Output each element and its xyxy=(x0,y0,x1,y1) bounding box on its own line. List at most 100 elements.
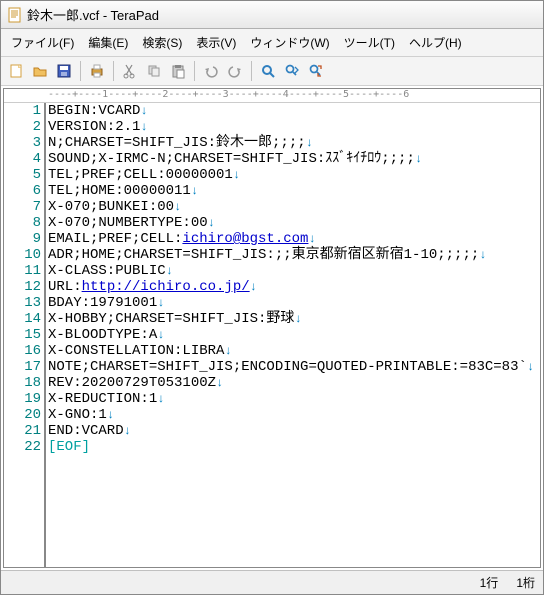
status-col: 1桁 xyxy=(516,574,535,591)
line-number: 17 xyxy=(4,359,41,375)
eof-marker: [EOF] xyxy=(48,439,90,455)
text-editor[interactable]: 12345678910111213141516171819202122 BEGI… xyxy=(4,103,540,567)
undo-button[interactable] xyxy=(200,60,222,82)
url-link[interactable]: http://ichiro.co.jp/ xyxy=(82,279,250,295)
newline-marker: ↓ xyxy=(140,120,147,134)
text-line[interactable]: [EOF] xyxy=(48,439,540,455)
text-line[interactable]: EMAIL;PREF;CELL:ichiro@bgst.com↓ xyxy=(48,231,540,247)
newline-marker: ↓ xyxy=(216,376,223,390)
newline-marker: ↓ xyxy=(527,360,534,374)
cut-button[interactable] xyxy=(119,60,141,82)
newline-marker: ↓ xyxy=(166,264,173,278)
text-line[interactable]: VERSION:2.1↓ xyxy=(48,119,540,135)
text-segment: URL: xyxy=(48,279,82,295)
menu-file[interactable]: ファイル(F) xyxy=(5,32,80,53)
text-line[interactable]: BDAY:19791001↓ xyxy=(48,295,540,311)
line-number: 7 xyxy=(4,199,41,215)
text-segment: SOUND;X-IRMC-N;CHARSET=SHIFT_JIS:ｽｽﾞｷｲﾁﾛ… xyxy=(48,151,415,167)
url-link[interactable]: ichiro@bgst.com xyxy=(182,231,308,247)
replace-button[interactable] xyxy=(305,60,327,82)
status-line: 1行 xyxy=(480,574,499,591)
text-line[interactable]: X-HOBBY;CHARSET=SHIFT_JIS:野球↓ xyxy=(48,311,540,327)
copy-button[interactable] xyxy=(143,60,165,82)
menu-bar: ファイル(F) 編集(E) 検索(S) 表示(V) ウィンドウ(W) ツール(T… xyxy=(1,29,543,57)
menu-edit[interactable]: 編集(E) xyxy=(82,32,134,53)
text-segment: X-BLOODTYPE:A xyxy=(48,327,157,343)
paste-button[interactable] xyxy=(167,60,189,82)
line-number: 16 xyxy=(4,343,41,359)
title-bar: 鈴木一郎.vcf - TeraPad xyxy=(1,1,543,29)
newline-marker: ↓ xyxy=(157,296,164,310)
find-button[interactable] xyxy=(257,60,279,82)
text-segment: X-CLASS:PUBLIC xyxy=(48,263,166,279)
text-line[interactable]: ADR;HOME;CHARSET=SHIFT_JIS:;;東京都新宿区新宿1-1… xyxy=(48,247,540,263)
toolbar-separator xyxy=(80,61,81,81)
newline-marker: ↓ xyxy=(107,408,114,422)
text-line[interactable]: SOUND;X-IRMC-N;CHARSET=SHIFT_JIS:ｽｽﾞｷｲﾁﾛ… xyxy=(48,151,540,167)
menu-help[interactable]: ヘルプ(H) xyxy=(403,32,468,53)
open-button[interactable] xyxy=(29,60,51,82)
menu-window[interactable]: ウィンドウ(W) xyxy=(244,32,335,53)
toolbar-separator xyxy=(194,61,195,81)
window-title: 鈴木一郎.vcf - TeraPad xyxy=(27,5,159,24)
editor-area: ----+----1----+----2----+----3----+----4… xyxy=(3,88,541,568)
text-line[interactable]: X-070;NUMBERTYPE:00↓ xyxy=(48,215,540,231)
text-segment: END:VCARD xyxy=(48,423,124,439)
line-number: 5 xyxy=(4,167,41,183)
newline-marker: ↓ xyxy=(157,328,164,342)
text-content[interactable]: BEGIN:VCARD↓VERSION:2.1↓N;CHARSET=SHIFT_… xyxy=(46,103,540,567)
find-next-button[interactable] xyxy=(281,60,303,82)
line-number: 21 xyxy=(4,423,41,439)
line-number: 3 xyxy=(4,135,41,151)
text-line[interactable]: X-REDUCTION:1↓ xyxy=(48,391,540,407)
text-line[interactable]: TEL;PREF;CELL:00000001↓ xyxy=(48,167,540,183)
text-segment: X-REDUCTION:1 xyxy=(48,391,157,407)
menu-search[interactable]: 検索(S) xyxy=(136,32,188,53)
line-number: 4 xyxy=(4,151,41,167)
line-number: 1 xyxy=(4,103,41,119)
print-button[interactable] xyxy=(86,60,108,82)
app-icon xyxy=(7,7,23,23)
text-line[interactable]: N;CHARSET=SHIFT_JIS:鈴木一郎;;;;↓ xyxy=(48,135,540,151)
text-segment: N;CHARSET=SHIFT_JIS:鈴木一郎;;;; xyxy=(48,135,306,151)
newline-marker: ↓ xyxy=(124,424,131,438)
text-line[interactable]: URL:http://ichiro.co.jp/↓ xyxy=(48,279,540,295)
text-line[interactable]: REV:20200729T053100Z↓ xyxy=(48,375,540,391)
text-line[interactable]: X-CLASS:PUBLIC↓ xyxy=(48,263,540,279)
toolbar-separator xyxy=(113,61,114,81)
text-line[interactable]: NOTE;CHARSET=SHIFT_JIS;ENCODING=QUOTED-P… xyxy=(48,359,540,375)
status-bar: 1行 1桁 xyxy=(1,570,543,594)
text-segment: BEGIN:VCARD xyxy=(48,103,140,119)
text-line[interactable]: X-GNO:1↓ xyxy=(48,407,540,423)
ruler: ----+----1----+----2----+----3----+----4… xyxy=(4,89,540,103)
newline-marker: ↓ xyxy=(224,344,231,358)
text-segment: ADR;HOME;CHARSET=SHIFT_JIS:;;東京都新宿区新宿1-1… xyxy=(48,247,479,263)
redo-button[interactable] xyxy=(224,60,246,82)
newline-marker: ↓ xyxy=(479,248,486,262)
text-segment: REV:20200729T053100Z xyxy=(48,375,216,391)
newline-marker: ↓ xyxy=(306,136,313,150)
text-segment: EMAIL;PREF;CELL: xyxy=(48,231,182,247)
line-number: 11 xyxy=(4,263,41,279)
text-line[interactable]: END:VCARD↓ xyxy=(48,423,540,439)
text-line[interactable]: X-BLOODTYPE:A↓ xyxy=(48,327,540,343)
new-button[interactable] xyxy=(5,60,27,82)
save-button[interactable] xyxy=(53,60,75,82)
text-line[interactable]: X-070;BUNKEI:00↓ xyxy=(48,199,540,215)
text-segment: X-GNO:1 xyxy=(48,407,107,423)
line-number: 9 xyxy=(4,231,41,247)
newline-marker: ↓ xyxy=(415,152,422,166)
newline-marker: ↓ xyxy=(191,184,198,198)
text-segment: BDAY:19791001 xyxy=(48,295,157,311)
text-line[interactable]: X-CONSTELLATION:LIBRA↓ xyxy=(48,343,540,359)
newline-marker: ↓ xyxy=(294,312,301,326)
text-segment: TEL;HOME:00000011 xyxy=(48,183,191,199)
text-line[interactable]: BEGIN:VCARD↓ xyxy=(48,103,540,119)
line-number: 15 xyxy=(4,327,41,343)
menu-view[interactable]: 表示(V) xyxy=(190,32,242,53)
text-line[interactable]: TEL;HOME:00000011↓ xyxy=(48,183,540,199)
text-segment: NOTE;CHARSET=SHIFT_JIS;ENCODING=QUOTED-P… xyxy=(48,359,527,375)
newline-marker: ↓ xyxy=(233,168,240,182)
newline-marker: ↓ xyxy=(157,392,164,406)
menu-tool[interactable]: ツール(T) xyxy=(338,32,401,53)
